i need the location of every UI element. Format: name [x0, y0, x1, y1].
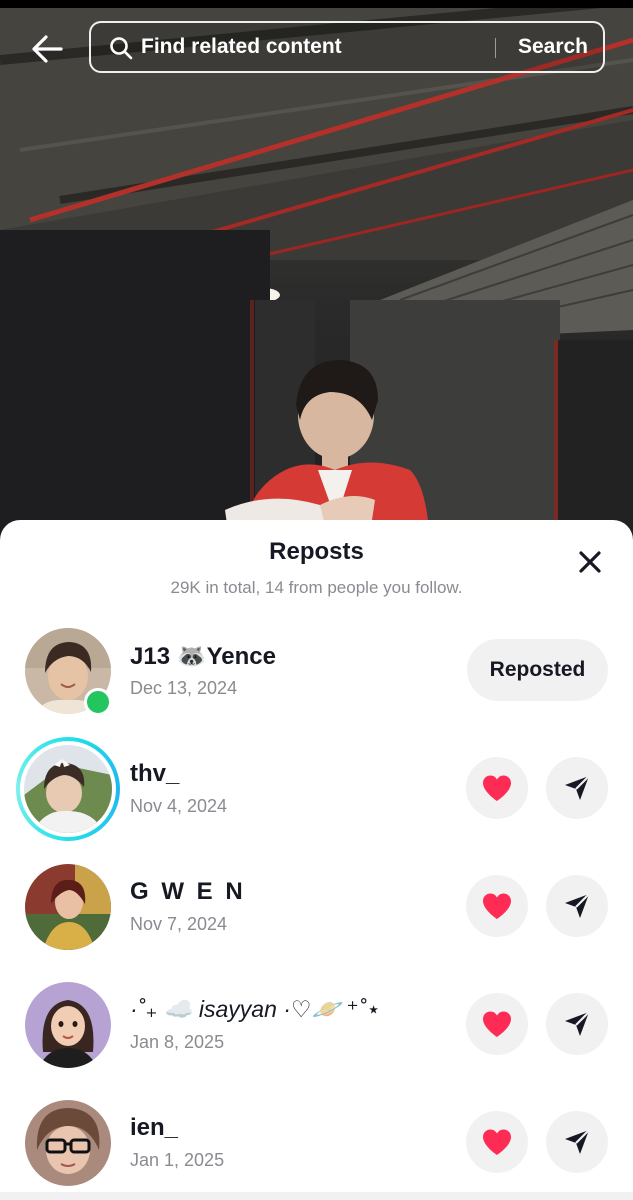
- paper-plane-icon: [565, 1011, 590, 1036]
- repost-date: Nov 4, 2024: [130, 796, 228, 816]
- send-button[interactable]: [546, 1111, 608, 1173]
- avatar-story-ring[interactable]: [16, 737, 120, 841]
- repost-username[interactable]: ien_: [130, 1114, 178, 1142]
- sheet-title: Reposts: [269, 538, 364, 565]
- avatar[interactable]: [25, 982, 111, 1068]
- paper-plane-icon: [565, 1129, 590, 1154]
- list-item[interactable]: ien_ Jan 1, 2025: [0, 1100, 633, 1200]
- paper-plane-icon: [565, 775, 590, 800]
- send-button[interactable]: [546, 875, 608, 937]
- avatar-ring-gap: [20, 741, 116, 837]
- send-button[interactable]: [546, 993, 608, 1055]
- close-button[interactable]: [572, 544, 608, 580]
- repost-username[interactable]: thv_: [130, 760, 179, 788]
- arrow-left-icon: [32, 35, 63, 63]
- heart-icon: [483, 1129, 511, 1155]
- search-button[interactable]: Search: [503, 31, 603, 63]
- list-item[interactable]: ·˚₊ ☁️ isayyan ·♡🪐 ⁺˚⋆ Jan 8, 2025: [0, 982, 633, 1082]
- reposted-button[interactable]: Reposted: [467, 639, 608, 701]
- avatar[interactable]: [25, 1100, 111, 1186]
- bottom-edge: [0, 1192, 633, 1200]
- reposts-sheet: Reposts 29K in total, 14 from people you…: [0, 520, 633, 1200]
- online-status-dot: [84, 688, 112, 716]
- top-bar: Search: [0, 0, 633, 96]
- like-button[interactable]: [466, 875, 528, 937]
- avatar: [24, 745, 112, 833]
- status-bar: [0, 0, 633, 8]
- list-item[interactable]: G W E N Nov 7, 2024: [0, 864, 633, 964]
- heart-icon: [483, 893, 511, 919]
- repost-date: Jan 1, 2025: [130, 1150, 225, 1170]
- heart-icon: [483, 1011, 511, 1037]
- avatar-image: [24, 745, 112, 833]
- list-item[interactable]: J13 🦝Yence Dec 13, 2024 Reposted: [0, 628, 633, 728]
- repost-username[interactable]: ·˚₊ ☁️ isayyan ·♡🪐 ⁺˚⋆: [130, 996, 381, 1023]
- repost-date: Nov 7, 2024: [130, 914, 228, 934]
- repost-date: Dec 13, 2024: [130, 678, 238, 698]
- avatar-image: [25, 982, 111, 1068]
- search-divider: [495, 38, 496, 58]
- close-icon: [579, 551, 601, 573]
- heart-icon: [483, 775, 511, 801]
- back-button[interactable]: [24, 28, 70, 70]
- search-icon: [110, 37, 133, 60]
- avatar[interactable]: [25, 864, 111, 950]
- repost-username[interactable]: G W E N: [130, 878, 246, 906]
- search-input[interactable]: [141, 31, 481, 63]
- avatar-image: [25, 864, 111, 950]
- avatar-image: [25, 1100, 111, 1186]
- like-button[interactable]: [466, 993, 528, 1055]
- search-bar[interactable]: Search: [89, 21, 605, 73]
- like-button[interactable]: [466, 1111, 528, 1173]
- like-button[interactable]: [466, 757, 528, 819]
- send-button[interactable]: [546, 757, 608, 819]
- sheet-subtitle: 29K in total, 14 from people you follow.: [170, 578, 463, 597]
- list-item[interactable]: thv_ Nov 4, 2024: [0, 737, 633, 846]
- repost-screen: Search Reposts 29K in total, 14 from peo…: [0, 0, 633, 1200]
- repost-username[interactable]: J13 🦝Yence: [130, 642, 276, 671]
- repost-date: Jan 8, 2025: [130, 1032, 225, 1052]
- paper-plane-icon: [565, 893, 590, 918]
